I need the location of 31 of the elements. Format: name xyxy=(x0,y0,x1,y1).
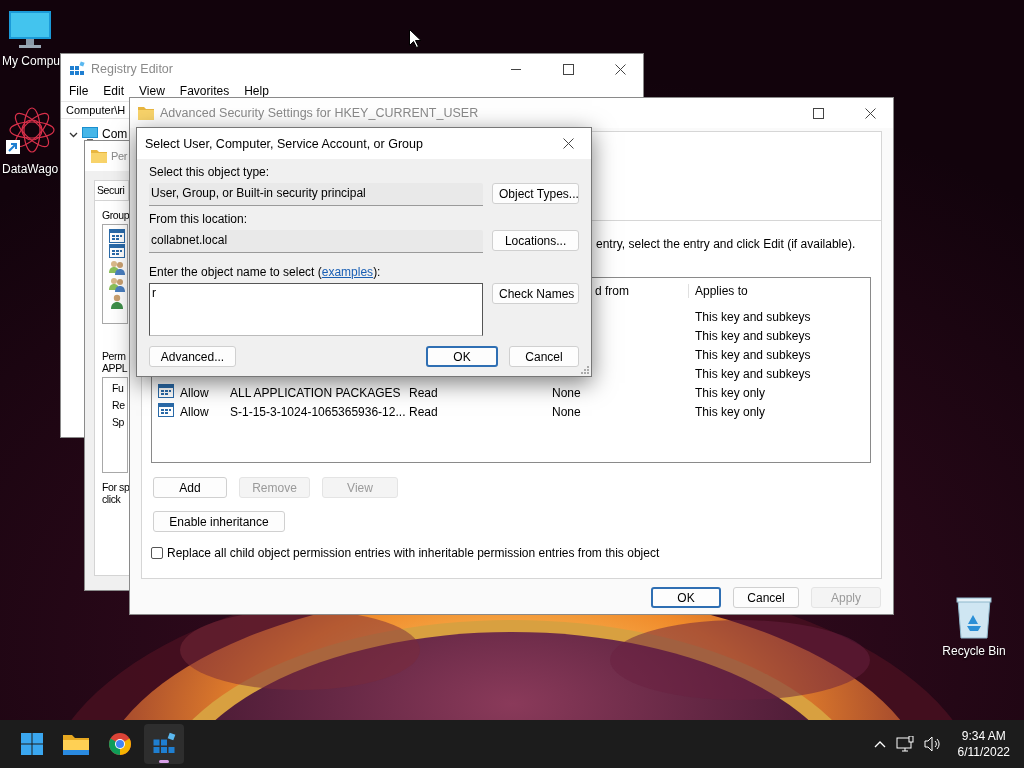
permission-name: Re xyxy=(112,399,126,411)
table-cell-text: Read xyxy=(409,404,439,419)
table-cell-text: This key and subkeys xyxy=(695,366,812,381)
instruction-text: entry, select the entry and click Edit (if available). xyxy=(596,237,856,251)
table-cell-text: This key only xyxy=(695,404,767,419)
table-cell-text: This key only xyxy=(695,385,767,400)
table-cell-text: ALL APPLICATION PACKAGES xyxy=(230,385,402,400)
table-cell-text: This key and subkeys xyxy=(695,328,812,343)
field-label: From this location: xyxy=(149,212,249,226)
section-label: Perm xyxy=(102,350,126,362)
table-cell-text: Allow xyxy=(180,385,210,400)
checkbox-label: Replace all child object permission entries with inheritable permission entries from this object xyxy=(167,546,660,560)
window-title: Per xyxy=(111,150,127,162)
field-label: Enter the object name to select (examples): xyxy=(149,265,382,279)
field-label: Select this object type: xyxy=(149,165,271,179)
dialog-title: Select User, Computer, Service Account, or Group xyxy=(145,136,423,151)
note-text: click xyxy=(102,493,121,505)
table-cell-text: None xyxy=(552,385,582,400)
section-label: APPL xyxy=(102,362,128,374)
table-cell-text: This key and subkeys xyxy=(695,309,812,324)
note-text: For sp xyxy=(102,481,130,493)
table-cell-text: S-1-15-3-1024-1065365936-12... xyxy=(230,404,407,419)
window-title: Advanced Security Settings for HKEY_CURRENT_USER xyxy=(160,106,479,120)
permission-name: Sp xyxy=(112,416,126,428)
table-cell-text: Read xyxy=(409,385,439,400)
window-title: Registry Editor xyxy=(91,62,173,76)
section-label: Group xyxy=(102,209,130,221)
table-cell-text: None xyxy=(552,404,582,419)
permission-name: Fu xyxy=(112,382,125,394)
table-cell-text: This key and subkeys xyxy=(695,347,812,362)
table-cell-text: Allow xyxy=(180,404,210,419)
